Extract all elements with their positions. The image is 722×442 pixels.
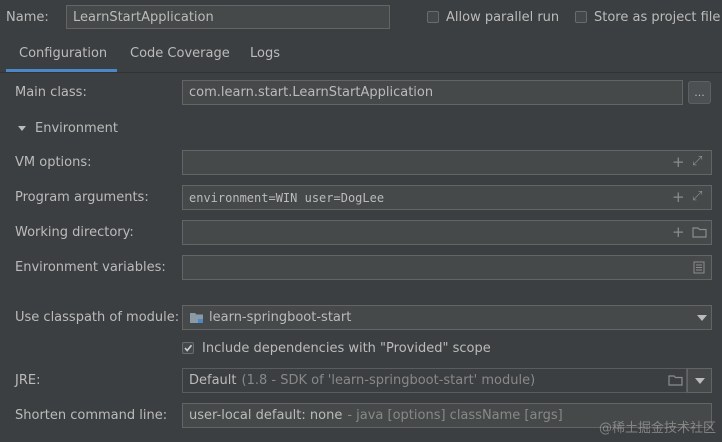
jre-value-main: Default xyxy=(189,373,237,388)
allow-parallel-label: Allow parallel run xyxy=(446,10,560,25)
classpath-dropdown[interactable]: learn-springboot-start xyxy=(182,305,712,330)
program-args-label: Program arguments: xyxy=(15,190,149,205)
main-class-input[interactable]: com.learn.start.LearnStartApplication xyxy=(182,80,683,105)
folder-icon[interactable] xyxy=(692,226,707,238)
program-args-input[interactable]: environment=WIN user=DogLee xyxy=(182,185,712,210)
store-as-file-label: Store as project file xyxy=(594,10,721,25)
tabs-divider xyxy=(0,72,722,73)
browse-button-label: ... xyxy=(694,86,705,99)
tab-logs[interactable]: Logs xyxy=(250,46,280,72)
include-deps-label: Include dependencies with "Provided" sco… xyxy=(202,341,491,356)
folder-icon[interactable] xyxy=(668,374,683,386)
expand-icon[interactable]: ⤢ xyxy=(692,155,702,169)
vm-options-label: VM options: xyxy=(15,155,92,170)
chevron-down-icon[interactable] xyxy=(695,378,705,384)
module-folder-icon xyxy=(190,312,203,323)
name-input[interactable]: LearnStartApplication xyxy=(66,5,390,29)
include-deps-checkbox[interactable] xyxy=(182,342,194,354)
program-args-value: environment=WIN user=DogLee xyxy=(189,190,385,205)
jre-value-detail: (1.8 - SDK of 'learn-springboot-start' m… xyxy=(241,373,536,388)
main-class-value: com.learn.start.LearnStartApplication xyxy=(189,85,434,100)
env-vars-label: Environment variables: xyxy=(15,260,166,275)
vm-options-input[interactable] xyxy=(182,150,712,175)
add-icon[interactable]: + xyxy=(672,155,685,170)
working-dir-label: Working directory: xyxy=(15,225,134,240)
environment-section-title[interactable]: Environment xyxy=(35,121,118,136)
collapse-triangle-icon[interactable] xyxy=(18,126,26,131)
jre-label: JRE: xyxy=(15,373,41,388)
env-vars-input[interactable] xyxy=(182,255,712,280)
shorten-value-detail: - java [options] className [args] xyxy=(347,408,563,423)
add-icon[interactable]: + xyxy=(672,190,685,205)
classpath-value: learn-springboot-start xyxy=(209,310,352,325)
jre-input[interactable]: Default (1.8 - SDK of 'learn-springboot-… xyxy=(182,368,687,393)
edit-list-icon[interactable] xyxy=(693,261,705,274)
name-input-value: LearnStartApplication xyxy=(73,9,214,25)
shorten-value-main: user-local default: none xyxy=(189,408,343,423)
checkmark-icon xyxy=(184,344,193,352)
add-icon[interactable]: + xyxy=(672,225,685,240)
classpath-label: Use classpath of module: xyxy=(15,310,180,325)
chevron-down-icon[interactable] xyxy=(697,315,707,321)
main-class-browse-button[interactable]: ... xyxy=(688,81,711,104)
main-class-label: Main class: xyxy=(15,85,87,100)
working-dir-input[interactable] xyxy=(182,220,712,245)
store-as-file-checkbox[interactable] xyxy=(575,11,587,23)
expand-icon[interactable]: ⤢ xyxy=(692,190,702,204)
name-label: Name: xyxy=(6,10,49,25)
watermark: @稀土掘金技术社区 xyxy=(598,421,716,436)
shorten-label: Shorten command line: xyxy=(15,408,168,423)
allow-parallel-checkbox[interactable] xyxy=(427,11,439,23)
tab-code-coverage[interactable]: Code Coverage xyxy=(130,46,230,72)
